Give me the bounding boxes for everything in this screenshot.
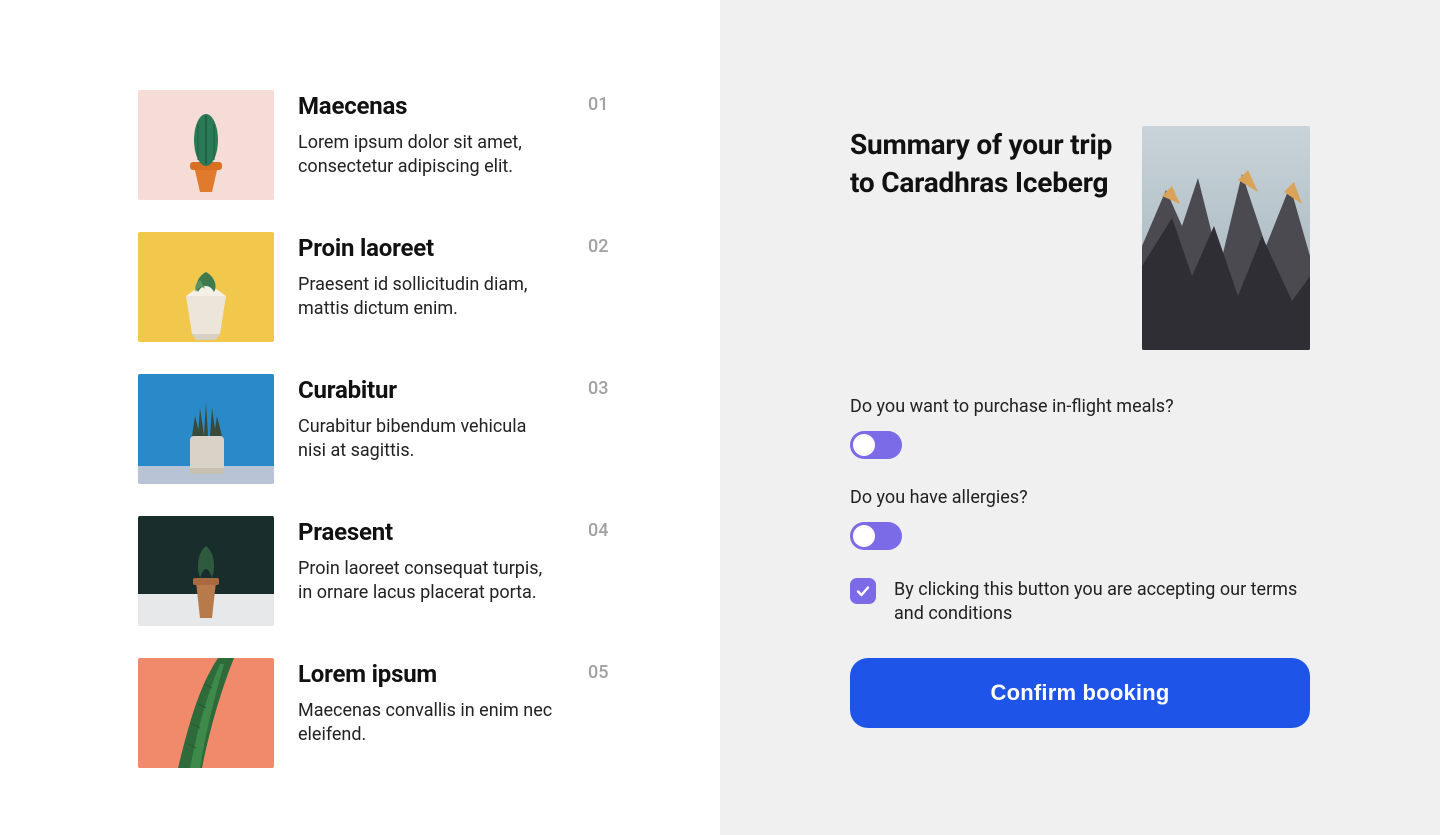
item-body: Lorem ipsum Maecenas convallis in enim n…	[298, 658, 558, 747]
check-icon	[855, 583, 871, 599]
item-title: Curabitur	[298, 376, 558, 405]
summary-header: Summary of your trip to Caradhras Iceber…	[850, 126, 1310, 350]
item-number: 03	[588, 374, 608, 399]
summary-image	[1142, 126, 1310, 350]
booking-summary-panel: Summary of your trip to Caradhras Iceber…	[720, 0, 1440, 835]
items-list: Maecenas Lorem ipsum dolor sit amet, con…	[138, 90, 610, 768]
item-body: Praesent Proin laoreet consequat turpis,…	[298, 516, 558, 605]
toggle-knob	[853, 434, 875, 456]
allergies-question-label: Do you have allergies?	[850, 487, 1310, 508]
meals-toggle[interactable]	[850, 431, 902, 459]
item-title: Praesent	[298, 518, 558, 547]
item-thumbnail	[138, 374, 274, 484]
item-description: Proin laoreet consequat turpis, in ornar…	[298, 557, 558, 606]
toggle-knob	[853, 525, 875, 547]
list-item: Maecenas Lorem ipsum dolor sit amet, con…	[138, 90, 610, 200]
list-item: Praesent Proin laoreet consequat turpis,…	[138, 516, 610, 626]
item-thumbnail	[138, 516, 274, 626]
terms-row: By clicking this button you are acceptin…	[850, 578, 1310, 626]
list-item: Lorem ipsum Maecenas convallis in enim n…	[138, 658, 610, 768]
item-description: Praesent id sollicitudin diam, mattis di…	[298, 273, 558, 322]
item-thumbnail	[138, 90, 274, 200]
item-number: 02	[588, 232, 608, 257]
terms-text: By clicking this button you are acceptin…	[894, 578, 1310, 626]
item-title: Lorem ipsum	[298, 660, 558, 689]
item-number: 01	[588, 90, 608, 115]
item-description: Curabitur bibendum vehicula nisi at sagi…	[298, 415, 558, 464]
item-number: 04	[588, 516, 608, 541]
item-body: Maecenas Lorem ipsum dolor sit amet, con…	[298, 90, 558, 179]
meals-question-label: Do you want to purchase in-flight meals?	[850, 396, 1310, 417]
item-description: Lorem ipsum dolor sit amet, consectetur …	[298, 131, 558, 180]
allergies-question-block: Do you have allergies?	[850, 487, 1310, 550]
item-description: Maecenas convallis in enim nec eleifend.	[298, 699, 558, 748]
item-body: Curabitur Curabitur bibendum vehicula ni…	[298, 374, 558, 463]
meals-question-block: Do you want to purchase in-flight meals?	[850, 396, 1310, 459]
items-list-panel: Maecenas Lorem ipsum dolor sit amet, con…	[0, 0, 720, 835]
item-number: 05	[588, 658, 608, 683]
item-title: Maecenas	[298, 92, 558, 121]
item-thumbnail	[138, 232, 274, 342]
item-body: Proin laoreet Praesent id sollicitudin d…	[298, 232, 558, 321]
item-title: Proin laoreet	[298, 234, 558, 263]
list-item: Proin laoreet Praesent id sollicitudin d…	[138, 232, 610, 342]
terms-checkbox[interactable]	[850, 578, 876, 604]
summary-title: Summary of your trip to Caradhras Iceber…	[850, 126, 1114, 202]
allergies-toggle[interactable]	[850, 522, 902, 550]
list-item: Curabitur Curabitur bibendum vehicula ni…	[138, 374, 610, 484]
item-thumbnail	[138, 658, 274, 768]
confirm-booking-button[interactable]: Confirm booking	[850, 658, 1310, 728]
